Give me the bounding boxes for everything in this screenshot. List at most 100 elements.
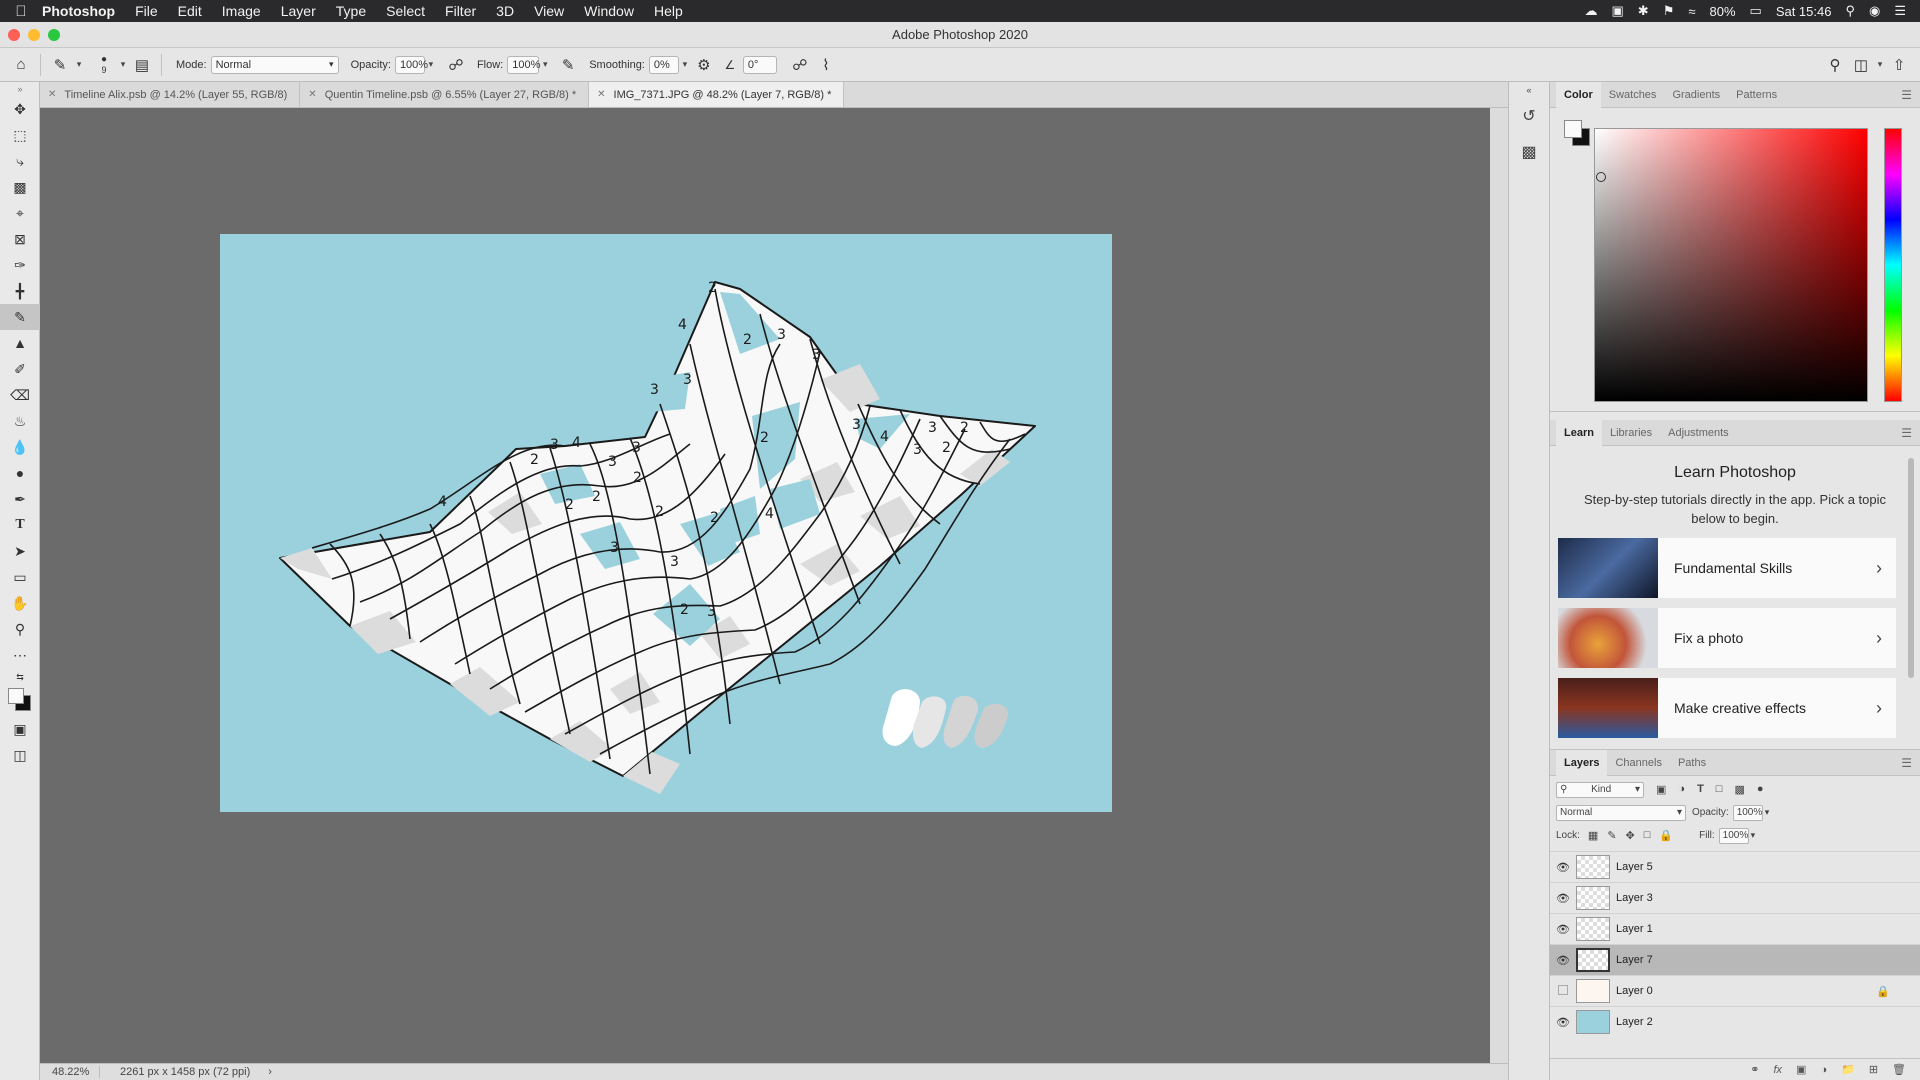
rectangle-tool-icon[interactable]: ▭ (0, 564, 40, 590)
foreground-color-swatch[interactable] (8, 688, 24, 704)
symmetry-butterfly-icon[interactable]: ⌇ (813, 52, 839, 78)
menu-view[interactable]: View (534, 3, 564, 19)
healing-brush-tool-icon[interactable]: ╋ (0, 278, 40, 304)
add-mask-icon[interactable]: ▣ (1796, 1063, 1806, 1076)
lock-position-icon[interactable]: ✥ (1626, 829, 1635, 842)
tab-adjustments[interactable]: Adjustments (1660, 420, 1737, 446)
hue-slider[interactable] (1884, 128, 1902, 402)
new-layer-icon[interactable]: ⊞ (1869, 1063, 1878, 1076)
clock[interactable]: Sat 15:46 (1776, 4, 1832, 19)
panel-menu-icon[interactable]: ☰ (1901, 426, 1912, 440)
brush-tool-icon[interactable]: ✎ (0, 304, 40, 330)
wifi-icon[interactable]: ≈ (1688, 4, 1695, 19)
pressure-size-icon[interactable]: ☍ (787, 52, 813, 78)
blend-mode-select[interactable]: Normal ▾ (1556, 804, 1686, 821)
tab-learn[interactable]: Learn (1556, 420, 1602, 446)
edit-toolbar-icon[interactable]: ⋯ (0, 642, 40, 668)
visibility-toggle-empty[interactable] (1550, 984, 1576, 998)
canvas-vertical-scrollbar[interactable] (1490, 108, 1508, 1063)
visibility-eye-icon[interactable]: 👁 (1550, 923, 1576, 936)
battery-level[interactable]: 80% (1709, 4, 1735, 19)
workspace-switcher-icon[interactable]: ◫ (1848, 52, 1874, 78)
blur-tool-icon[interactable]: 💧 (0, 434, 40, 460)
learn-scrollbar[interactable] (1908, 458, 1914, 678)
object-selection-tool-icon[interactable]: ▩ (0, 174, 40, 200)
minimize-window-button[interactable] (28, 29, 40, 41)
smoothing-input[interactable]: 0% (648, 55, 679, 74)
menu-file[interactable]: File (135, 3, 158, 19)
menu-window[interactable]: Window (584, 3, 634, 19)
chevron-down-icon[interactable]: ▾ (73, 59, 85, 70)
eraser-tool-icon[interactable]: ⌫ (0, 382, 40, 408)
clone-stamp-tool-icon[interactable]: ▲ (0, 330, 40, 356)
brush-preset-icon[interactable]: ✎ (47, 52, 73, 78)
share-icon[interactable]: ⇧ (1886, 52, 1912, 78)
tab-gradients[interactable]: Gradients (1664, 82, 1728, 108)
close-tab-icon[interactable]: ✕ (48, 89, 56, 100)
close-tab-icon[interactable]: ✕ (308, 89, 316, 100)
menu-image[interactable]: Image (222, 3, 261, 19)
expand-panels-icon[interactable]: « (1509, 82, 1549, 98)
tab-layers[interactable]: Layers (1556, 749, 1608, 776)
adjustment-filter-icon[interactable]: ◑ (1678, 783, 1685, 796)
close-tab-icon[interactable]: ✕ (597, 89, 605, 100)
layer-row[interactable]: 👁 Layer 3 (1550, 882, 1920, 913)
canvas-workspace[interactable]: 2 3 3 2 3 3 4 2 3 3 2 2 3 4 3 2 2 2 2 3 (40, 108, 1490, 1063)
menu-type[interactable]: Type (336, 3, 366, 19)
app-menu[interactable]: Photoshop (42, 3, 115, 19)
chevron-down-icon[interactable]: ▾ (1874, 59, 1886, 70)
fill-input[interactable]: 100% (1718, 827, 1749, 844)
airplay-icon[interactable]: ▣ (1611, 3, 1623, 19)
chevron-down-icon[interactable]: ▾ (1765, 807, 1770, 818)
swap-colors-icon[interactable]: ⇆ (0, 668, 40, 686)
learn-card-make-creative-effects[interactable]: Make creative effects › (1558, 678, 1896, 738)
zoom-level[interactable]: 48.22% (40, 1066, 100, 1078)
learn-card-fix-a-photo[interactable]: Fix a photo › (1558, 608, 1896, 668)
tab-quentin-timeline[interactable]: ✕ Quentin Timeline.psb @ 6.55% (Layer 27… (300, 82, 590, 107)
tab-patterns[interactable]: Patterns (1728, 82, 1785, 108)
quick-mask-icon[interactable]: ▣ (0, 716, 40, 742)
collapse-tools-icon[interactable]: » (0, 82, 40, 96)
notification-icon[interactable]: ⚑ (1663, 3, 1675, 19)
color-picker-field[interactable] (1594, 128, 1868, 402)
tab-libraries[interactable]: Libraries (1602, 420, 1660, 446)
brush-settings-panel-icon[interactable]: ▤ (129, 52, 155, 78)
move-tool-icon[interactable]: ✥ (0, 96, 40, 122)
properties-panel-icon[interactable]: ▩ (1509, 134, 1549, 170)
menu-edit[interactable]: Edit (178, 3, 202, 19)
brush-angle-input[interactable]: 0° (742, 55, 777, 74)
bluetooth-icon[interactable]: ✱ (1638, 3, 1649, 19)
frame-tool-icon[interactable]: ⊠ (0, 226, 40, 252)
smart-object-filter-icon[interactable]: ▩ (1734, 783, 1744, 796)
control-list-icon[interactable]: ☰ (1894, 3, 1906, 19)
pressure-opacity-icon[interactable]: ☍ (443, 52, 469, 78)
zoom-window-button[interactable] (48, 29, 60, 41)
siri-icon[interactable]: ◉ (1869, 3, 1880, 19)
color-swatches[interactable] (0, 686, 40, 716)
tab-color[interactable]: Color (1556, 81, 1601, 108)
layer-opacity-input[interactable]: 100% (1732, 804, 1763, 821)
chevron-down-icon[interactable]: ▾ (425, 59, 437, 70)
paint-bucket-tool-icon[interactable]: ♨ (0, 408, 40, 434)
layer-row[interactable]: 👁 Layer 5 (1550, 851, 1920, 882)
type-tool-icon[interactable]: T (0, 512, 40, 538)
menu-select[interactable]: Select (386, 3, 425, 19)
chevron-right-icon[interactable]: › (268, 1066, 272, 1078)
home-icon[interactable]: ⌂ (8, 52, 34, 78)
layer-row-selected[interactable]: 👁 Layer 7 (1550, 944, 1920, 975)
lock-image-icon[interactable]: ✎ (1607, 829, 1616, 842)
brush-size-picker[interactable]: ● 9 (91, 52, 117, 78)
smoothing-settings-gear-icon[interactable]: ⚙ (691, 52, 717, 78)
menu-3d[interactable]: 3D (496, 3, 514, 19)
foreground-color-chip[interactable] (1564, 120, 1582, 138)
lock-transparent-icon[interactable]: ▦ (1588, 829, 1598, 842)
visibility-eye-icon[interactable]: 👁 (1550, 861, 1576, 874)
pixel-filter-icon[interactable]: ▣ (1656, 783, 1666, 796)
document-canvas[interactable]: 2 3 3 2 3 3 4 2 3 3 2 2 3 4 3 2 2 2 2 3 (220, 234, 1112, 812)
visibility-eye-icon[interactable]: 👁 (1550, 954, 1576, 967)
history-panel-icon[interactable]: ↺ (1509, 98, 1549, 134)
tab-channels[interactable]: Channels (1607, 750, 1669, 776)
path-selection-tool-icon[interactable]: ➤ (0, 538, 40, 564)
adjustment-layer-icon[interactable]: ◑ (1820, 1064, 1827, 1076)
chevron-down-icon[interactable]: ▾ (539, 59, 551, 70)
